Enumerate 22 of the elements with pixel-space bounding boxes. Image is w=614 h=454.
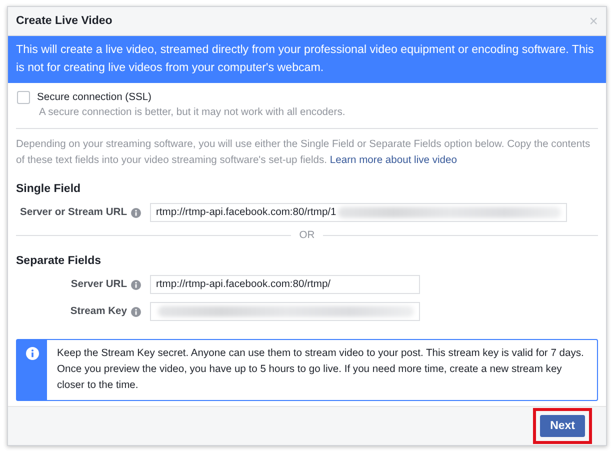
info-icon — [26, 347, 38, 360]
or-divider-label: OR — [299, 230, 315, 241]
text-field[interactable]: rtmp://rtmp-api.facebook.com:80/rtmp/ — [150, 275, 420, 294]
field-label: Server or Stream URL — [20, 207, 127, 218]
text-field[interactable]: rtmp://rtmp-api.facebook.com:80/rtmp/1 — [150, 203, 567, 222]
info-icon — [131, 208, 141, 218]
checkbox-label: Secure connection (SSL) — [37, 92, 152, 103]
learn-more-link[interactable]: Learn more about live video — [330, 155, 457, 166]
section-heading: Single Field — [16, 183, 82, 195]
next-button[interactable]: Next — [540, 415, 585, 437]
hint-text: A secure connection is better, but it may not work with all encoders. — [39, 107, 346, 118]
text-field[interactable] — [150, 302, 420, 321]
info-icon — [131, 280, 141, 290]
field-label: Stream Key — [70, 306, 127, 317]
checkbox[interactable] — [17, 91, 30, 104]
section-heading: Separate Fields — [16, 255, 102, 267]
intro-text: Depending on your streaming software, you will use either the Single Field or Separate Fields option below. Copy the contents of these text fields into your video streaming software's set-up fields. Learn more about live video — [16, 138, 592, 168]
dialog-title: Create Live Video — [16, 15, 112, 27]
notice-text: Keep the Stream Key secret. Anyone can use them to stream video to your post. This stream key is valid for 7 days. Once you preview the video, you have up to 5 hours to go live. If you need more time, create a new stream key closer to the time. — [56, 347, 585, 393]
field-label: Server URL — [70, 279, 127, 290]
info-banner: This will create a live video, streamed directly from your professional video equipment or encoding software. This is not for creating live videos from your computer's webcam. — [8, 36, 606, 83]
info-icon — [131, 306, 141, 316]
